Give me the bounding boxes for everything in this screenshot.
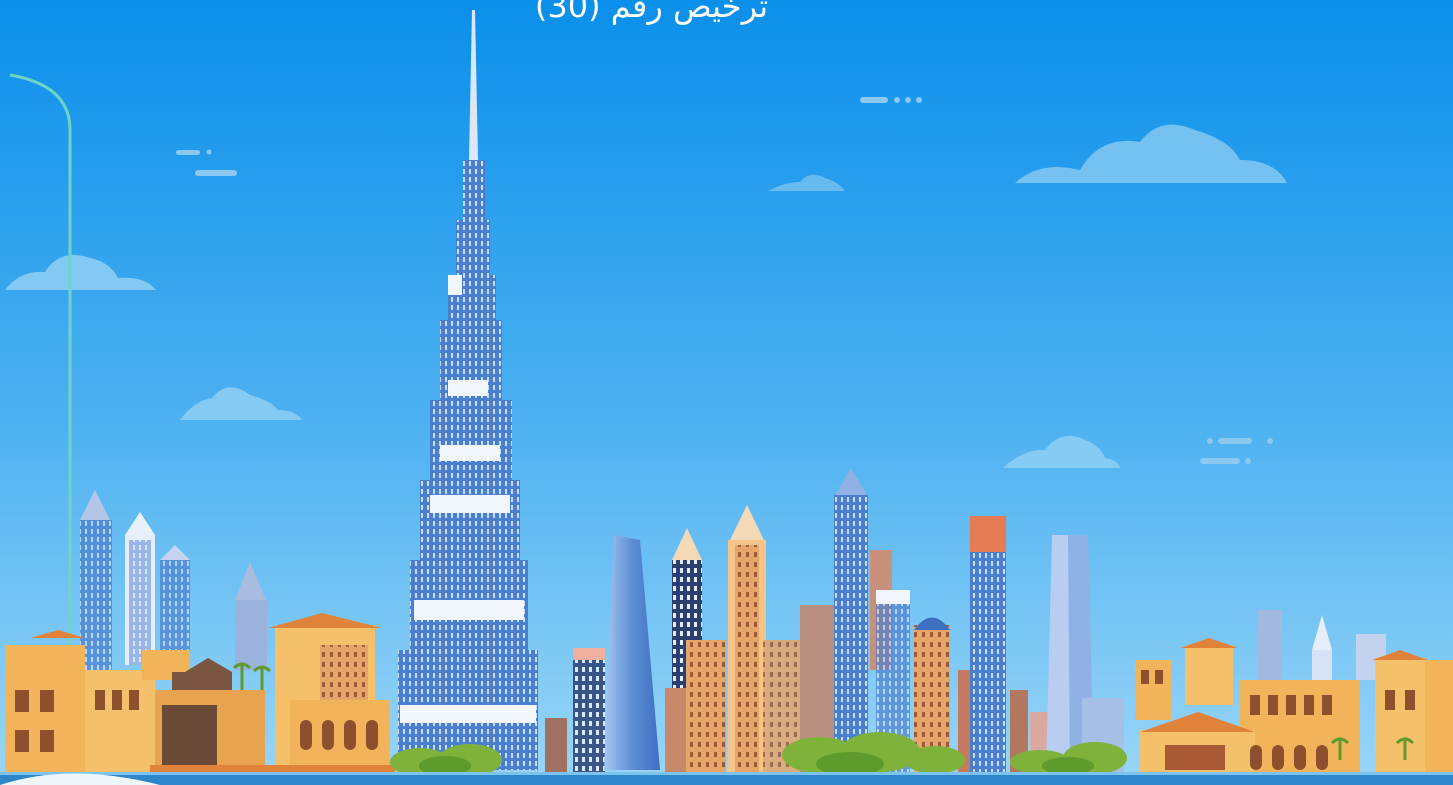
tower-icon [160, 545, 190, 665]
skyline-svg [0, 0, 1453, 785]
tower-icon [834, 468, 868, 773]
license-title: ترخيص رقم (30) [534, 0, 769, 25]
tower-icon [125, 512, 155, 665]
skyline-illustration: ترخيص رقم (30) [0, 0, 1453, 785]
tower-icon [545, 718, 567, 773]
tower-icon [573, 648, 605, 773]
tower-icon [80, 490, 112, 670]
tower-icon [728, 505, 766, 773]
